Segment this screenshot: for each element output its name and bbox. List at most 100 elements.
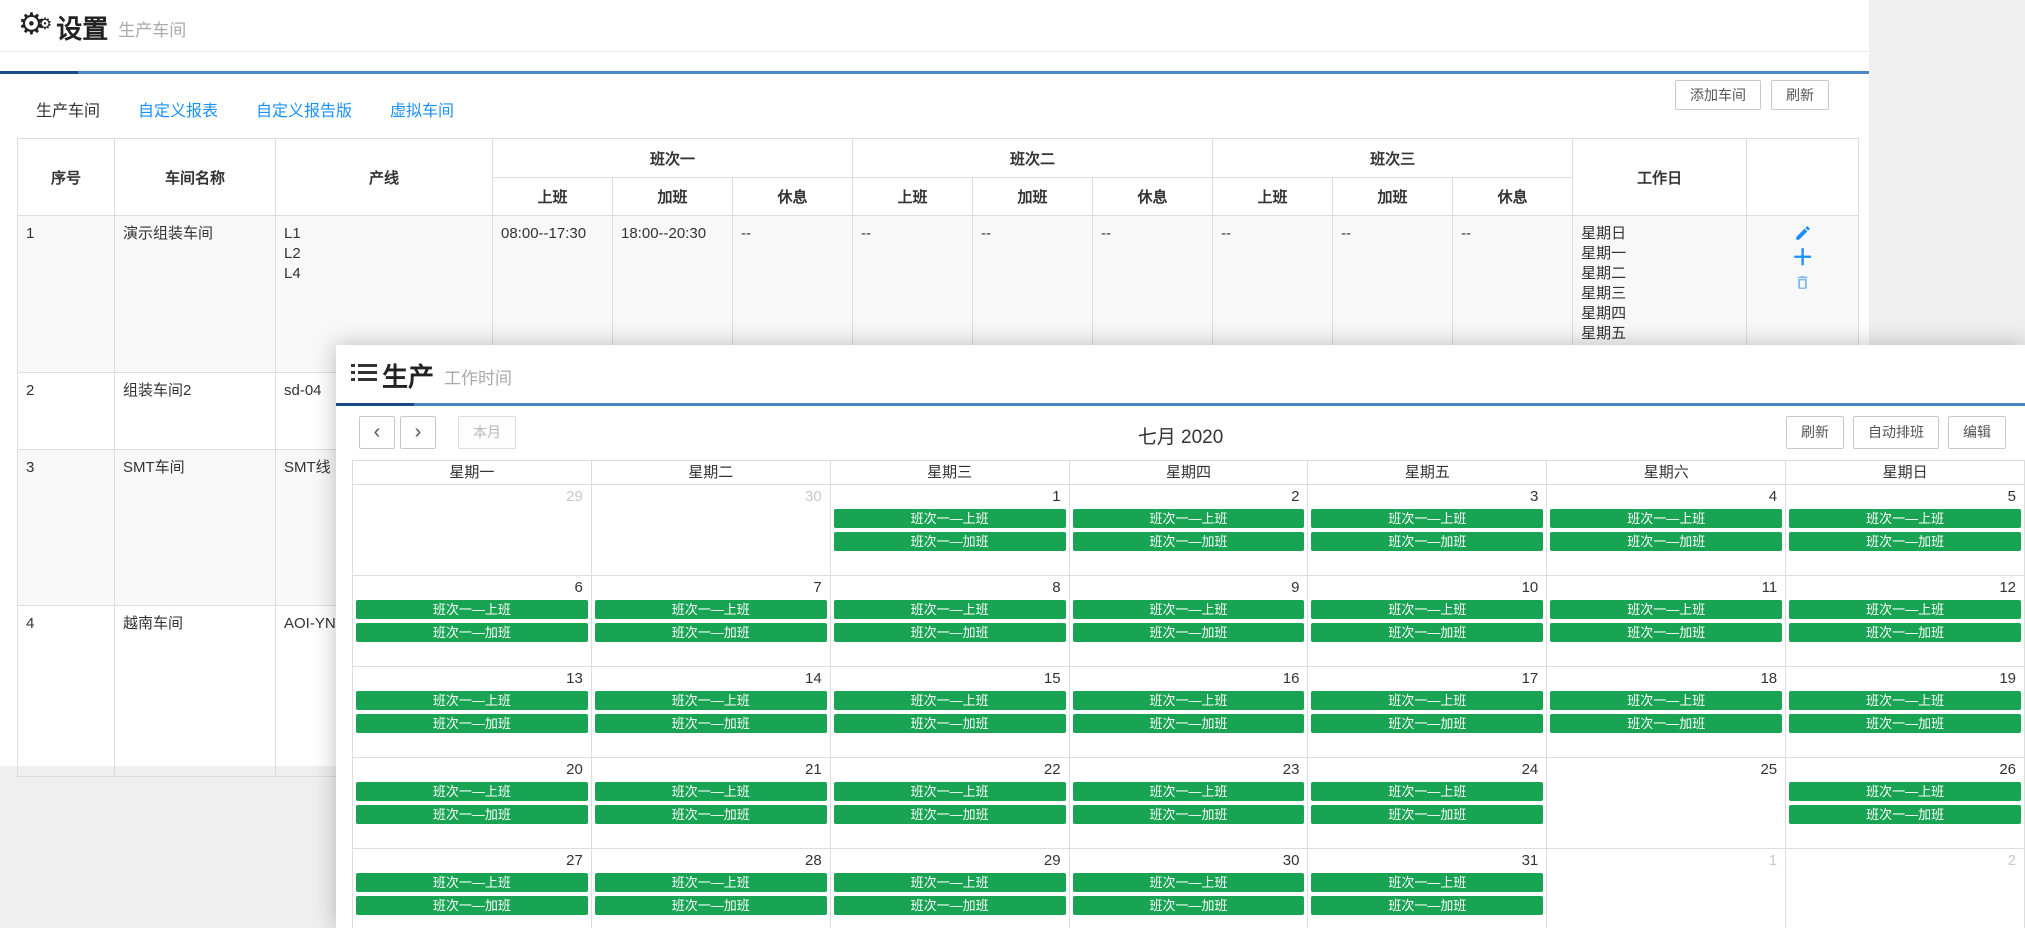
shift-event[interactable]: 班次一—加班 bbox=[356, 714, 588, 733]
shift-event[interactable]: 班次一—加班 bbox=[1789, 623, 2021, 642]
auto-schedule-button[interactable]: 自动排班 bbox=[1853, 416, 1939, 449]
shift-event[interactable]: 班次一—上班 bbox=[595, 691, 827, 710]
calendar-day-cell[interactable]: 29 bbox=[353, 485, 592, 576]
shift-event[interactable]: 班次一—加班 bbox=[595, 714, 827, 733]
shift-event[interactable]: 班次一—上班 bbox=[834, 691, 1066, 710]
shift-event[interactable]: 班次一—上班 bbox=[356, 600, 588, 619]
shift-event[interactable]: 班次一—上班 bbox=[834, 873, 1066, 892]
calendar-day-cell[interactable]: 31班次一—上班班次一—加班 bbox=[1308, 849, 1547, 928]
calendar-day-cell[interactable]: 20班次一—上班班次一—加班 bbox=[353, 758, 592, 849]
edit-workshop-icon[interactable] bbox=[1792, 224, 1814, 244]
shift-event[interactable]: 班次一—上班 bbox=[1311, 691, 1543, 710]
add-shift-icon[interactable]: ＋ bbox=[1792, 249, 1814, 269]
calendar-day-cell[interactable]: 24班次一—上班班次一—加班 bbox=[1308, 758, 1547, 849]
calendar-day-cell[interactable]: 1班次一—上班班次一—加班 bbox=[831, 485, 1070, 576]
shift-event[interactable]: 班次一—加班 bbox=[356, 896, 588, 915]
shift-event[interactable]: 班次一—加班 bbox=[834, 623, 1066, 642]
calendar-day-cell[interactable]: 30班次一—上班班次一—加班 bbox=[1070, 849, 1309, 928]
shift-event[interactable]: 班次一—加班 bbox=[595, 805, 827, 824]
shift-event[interactable]: 班次一—上班 bbox=[1073, 873, 1305, 892]
shift-event[interactable]: 班次一—上班 bbox=[834, 782, 1066, 801]
tab-custom-report[interactable]: 自定义报表 bbox=[138, 97, 218, 121]
calendar-day-cell[interactable]: 2 bbox=[1786, 849, 2025, 928]
shift-event[interactable]: 班次一—上班 bbox=[1073, 509, 1305, 528]
shift-event[interactable]: 班次一—上班 bbox=[834, 600, 1066, 619]
shift-event[interactable]: 班次一—上班 bbox=[356, 873, 588, 892]
shift-event[interactable]: 班次一—加班 bbox=[834, 532, 1066, 551]
shift-event[interactable]: 班次一—上班 bbox=[1073, 691, 1305, 710]
shift-event[interactable]: 班次一—加班 bbox=[1311, 896, 1543, 915]
calendar-day-cell[interactable]: 5班次一—上班班次一—加班 bbox=[1786, 485, 2025, 576]
calendar-day-cell[interactable]: 4班次一—上班班次一—加班 bbox=[1547, 485, 1786, 576]
shift-event[interactable]: 班次一—加班 bbox=[1073, 896, 1305, 915]
shift-event[interactable]: 班次一—加班 bbox=[595, 623, 827, 642]
calendar-day-cell[interactable]: 30 bbox=[592, 485, 831, 576]
shift-event[interactable]: 班次一—加班 bbox=[1311, 805, 1543, 824]
calendar-day-cell[interactable]: 19班次一—上班班次一—加班 bbox=[1786, 667, 2025, 758]
shift-event[interactable]: 班次一—加班 bbox=[1311, 714, 1543, 733]
shift-event[interactable]: 班次一—加班 bbox=[1073, 532, 1305, 551]
calendar-day-cell[interactable]: 25 bbox=[1547, 758, 1786, 849]
calendar-refresh-button[interactable]: 刷新 bbox=[1786, 416, 1844, 449]
shift-event[interactable]: 班次一—上班 bbox=[1550, 600, 1782, 619]
shift-event[interactable]: 班次一—加班 bbox=[1073, 623, 1305, 642]
shift-event[interactable]: 班次一—上班 bbox=[1550, 509, 1782, 528]
tab-production-workshop[interactable]: 生产车间 bbox=[36, 97, 100, 121]
refresh-workshops-button[interactable]: 刷新 bbox=[1771, 80, 1829, 110]
shift-event[interactable]: 班次一—加班 bbox=[1789, 805, 2021, 824]
shift-event[interactable]: 班次一—加班 bbox=[1073, 714, 1305, 733]
shift-event[interactable]: 班次一—加班 bbox=[595, 896, 827, 915]
calendar-day-cell[interactable]: 28班次一—上班班次一—加班 bbox=[592, 849, 831, 928]
shift-event[interactable]: 班次一—加班 bbox=[834, 714, 1066, 733]
tab-virtual-workshop[interactable]: 虚拟车间 bbox=[390, 97, 454, 121]
calendar-day-cell[interactable]: 16班次一—上班班次一—加班 bbox=[1070, 667, 1309, 758]
calendar-day-cell[interactable]: 11班次一—上班班次一—加班 bbox=[1547, 576, 1786, 667]
tab-custom-report-board[interactable]: 自定义报告版 bbox=[256, 97, 352, 121]
calendar-day-cell[interactable]: 21班次一—上班班次一—加班 bbox=[592, 758, 831, 849]
shift-event[interactable]: 班次一—加班 bbox=[834, 896, 1066, 915]
calendar-day-cell[interactable]: 12班次一—上班班次一—加班 bbox=[1786, 576, 2025, 667]
calendar-day-cell[interactable]: 29班次一—上班班次一—加班 bbox=[831, 849, 1070, 928]
calendar-day-cell[interactable]: 13班次一—上班班次一—加班 bbox=[353, 667, 592, 758]
shift-event[interactable]: 班次一—加班 bbox=[356, 805, 588, 824]
shift-event[interactable]: 班次一—上班 bbox=[1789, 600, 2021, 619]
shift-event[interactable]: 班次一—上班 bbox=[595, 873, 827, 892]
shift-event[interactable]: 班次一—加班 bbox=[1073, 805, 1305, 824]
shift-event[interactable]: 班次一—上班 bbox=[1550, 691, 1782, 710]
shift-event[interactable]: 班次一—上班 bbox=[1311, 873, 1543, 892]
calendar-day-cell[interactable]: 23班次一—上班班次一—加班 bbox=[1070, 758, 1309, 849]
shift-event[interactable]: 班次一—上班 bbox=[356, 691, 588, 710]
shift-event[interactable]: 班次一—加班 bbox=[356, 623, 588, 642]
calendar-day-cell[interactable]: 22班次一—上班班次一—加班 bbox=[831, 758, 1070, 849]
edit-schedule-button[interactable]: 编辑 bbox=[1948, 416, 2006, 449]
shift-event[interactable]: 班次一—上班 bbox=[1311, 782, 1543, 801]
calendar-day-cell[interactable]: 10班次一—上班班次一—加班 bbox=[1308, 576, 1547, 667]
calendar-day-cell[interactable]: 26班次一—上班班次一—加班 bbox=[1786, 758, 2025, 849]
shift-event[interactable]: 班次一—加班 bbox=[1311, 532, 1543, 551]
shift-event[interactable]: 班次一—上班 bbox=[834, 509, 1066, 528]
calendar-day-cell[interactable]: 14班次一—上班班次一—加班 bbox=[592, 667, 831, 758]
shift-event[interactable]: 班次一—上班 bbox=[1789, 782, 2021, 801]
calendar-day-cell[interactable]: 9班次一—上班班次一—加班 bbox=[1070, 576, 1309, 667]
calendar-day-cell[interactable]: 3班次一—上班班次一—加班 bbox=[1308, 485, 1547, 576]
shift-event[interactable]: 班次一—上班 bbox=[356, 782, 588, 801]
calendar-day-cell[interactable]: 15班次一—上班班次一—加班 bbox=[831, 667, 1070, 758]
calendar-day-cell[interactable]: 7班次一—上班班次一—加班 bbox=[592, 576, 831, 667]
shift-event[interactable]: 班次一—加班 bbox=[834, 805, 1066, 824]
shift-event[interactable]: 班次一—加班 bbox=[1789, 532, 2021, 551]
shift-event[interactable]: 班次一—上班 bbox=[1311, 509, 1543, 528]
calendar-day-cell[interactable]: 2班次一—上班班次一—加班 bbox=[1070, 485, 1309, 576]
add-workshop-button[interactable]: 添加车间 bbox=[1675, 80, 1761, 110]
shift-event[interactable]: 班次一—上班 bbox=[595, 782, 827, 801]
shift-event[interactable]: 班次一—加班 bbox=[1789, 714, 2021, 733]
calendar-day-cell[interactable]: 1 bbox=[1547, 849, 1786, 928]
shift-event[interactable]: 班次一—上班 bbox=[1311, 600, 1543, 619]
calendar-day-cell[interactable]: 18班次一—上班班次一—加班 bbox=[1547, 667, 1786, 758]
shift-event[interactable]: 班次一—上班 bbox=[1073, 600, 1305, 619]
delete-workshop-icon[interactable] bbox=[1792, 274, 1814, 294]
calendar-day-cell[interactable]: 27班次一—上班班次一—加班 bbox=[353, 849, 592, 928]
shift-event[interactable]: 班次一—上班 bbox=[1789, 509, 2021, 528]
calendar-day-cell[interactable]: 8班次一—上班班次一—加班 bbox=[831, 576, 1070, 667]
shift-event[interactable]: 班次一—上班 bbox=[1789, 691, 2021, 710]
calendar-day-cell[interactable]: 6班次一—上班班次一—加班 bbox=[353, 576, 592, 667]
